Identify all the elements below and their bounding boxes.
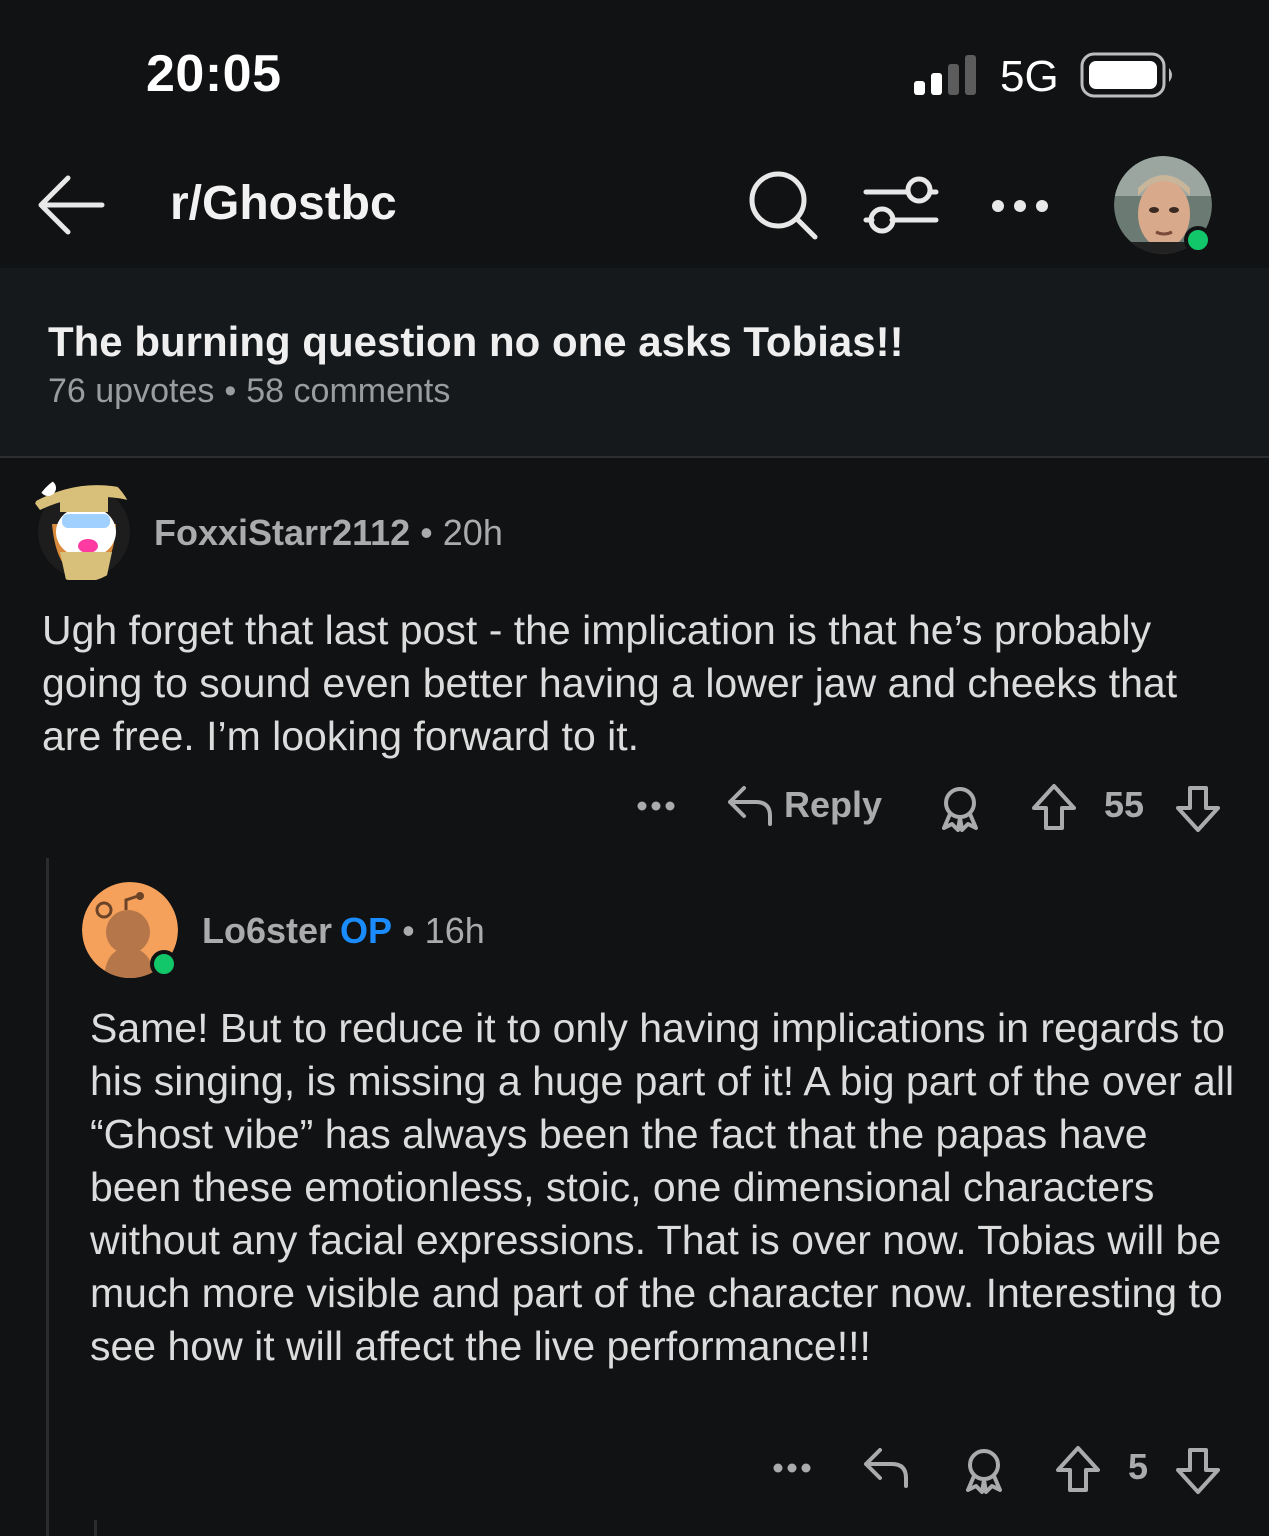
post-summary[interactable]: The burning question no one asks Tobias!… <box>0 268 1269 458</box>
reply-icon[interactable] <box>862 1444 912 1490</box>
top-app-bar: r/Ghostbc <box>0 150 1269 268</box>
score: 5 <box>1128 1446 1149 1487</box>
award-icon[interactable] <box>936 784 984 832</box>
award-icon[interactable] <box>960 1446 1008 1494</box>
comment-body: Ugh forget that last post - the implicat… <box>42 607 1178 759</box>
separator: • <box>402 910 415 951</box>
upvote-icon[interactable] <box>1030 782 1078 832</box>
comment-actions: 5 <box>766 1438 1236 1498</box>
score: 55 <box>1104 784 1145 825</box>
downvote-icon[interactable] <box>1174 784 1222 834</box>
status-time: 20:05 <box>146 45 282 103</box>
op-badge: OP <box>340 910 393 951</box>
filter-icon[interactable] <box>862 172 940 238</box>
network-type: 5G <box>1000 52 1059 101</box>
online-status-dot <box>150 950 178 978</box>
comment-count: 58 comments <box>246 372 451 410</box>
comment-meta: FoxxiStarr2112 • 20h <box>154 512 503 554</box>
comment-body: Same! But to reduce it to only having im… <box>90 1005 1235 1369</box>
comment-meta: Lo6ster OP • 16h <box>202 910 485 952</box>
comment-age: 16h <box>424 910 485 951</box>
upvote-icon[interactable] <box>1054 1444 1102 1494</box>
thread-line[interactable] <box>94 1520 97 1536</box>
separator: • <box>224 372 237 410</box>
comment-thread-screen: 20:05 5G r/Ghostbc The burning question … <box>0 0 1269 1536</box>
more-icon[interactable] <box>766 1446 818 1490</box>
downvote-icon[interactable] <box>1174 1446 1222 1496</box>
avatar[interactable] <box>30 472 134 582</box>
back-arrow-icon[interactable] <box>34 170 108 240</box>
thread-line[interactable] <box>46 858 49 1536</box>
reply-button[interactable]: Reply <box>726 782 882 828</box>
reply-label: Reply <box>784 784 883 825</box>
upvote-count: 76 upvotes <box>48 372 215 410</box>
comment-age: 20h <box>442 512 503 553</box>
separator: • <box>420 512 433 553</box>
comment-actions: Reply 55 <box>630 776 1230 836</box>
post-title: The burning question no one asks Tobias!… <box>48 318 904 365</box>
more-icon[interactable] <box>986 178 1054 234</box>
signal-icon <box>914 55 976 95</box>
username[interactable]: FoxxiStarr2112 <box>154 512 410 553</box>
battery-icon <box>1080 52 1172 98</box>
search-icon[interactable] <box>744 166 822 244</box>
post-stats: 76 upvotes • 58 comments <box>48 372 450 411</box>
reply-icon <box>728 786 772 826</box>
subreddit-name[interactable]: r/Ghostbc <box>170 176 397 231</box>
username[interactable]: Lo6ster <box>202 910 332 951</box>
more-icon[interactable] <box>630 784 682 828</box>
online-status-dot <box>1184 226 1212 254</box>
status-bar: 20:05 5G <box>0 0 1269 150</box>
